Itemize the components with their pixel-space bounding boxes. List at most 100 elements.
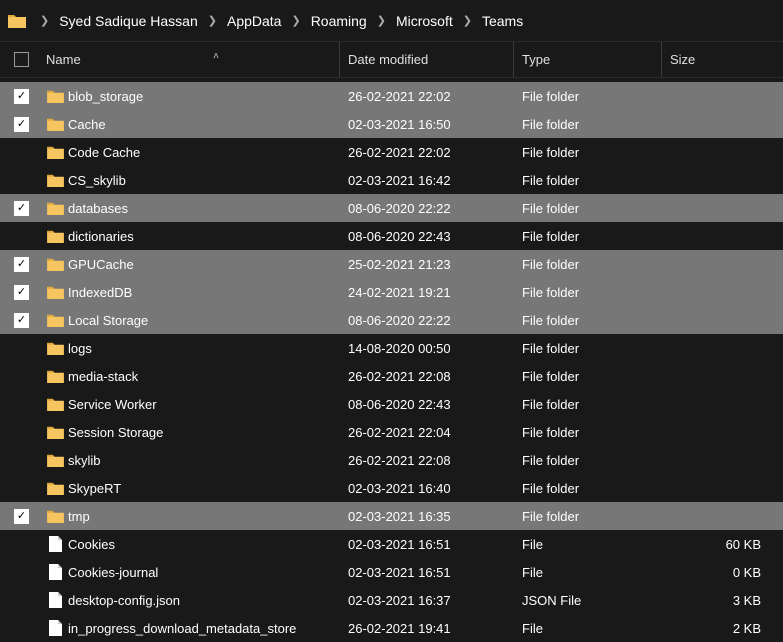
cell-date: 25-02-2021 21:23 — [340, 257, 514, 272]
table-row[interactable]: ✓ Local Storage 08-06-2020 22:22File folde… — [0, 306, 783, 334]
cell-date: 26-02-2021 22:04 — [340, 425, 514, 440]
table-row[interactable]: Session Storage26-02-2021 22:04File fold… — [0, 418, 783, 446]
checkbox-checked-icon: ✓ — [14, 89, 29, 104]
cell-type: File folder — [514, 397, 662, 412]
file-name: desktop-config.json — [68, 593, 180, 608]
table-row[interactable]: SkypeRT02-03-2021 16:40File folder — [0, 474, 783, 502]
row-checkbox[interactable]: ✓ — [14, 257, 44, 272]
cell-name: logs — [44, 341, 340, 356]
table-row[interactable]: ✓ GPUCache 25-02-2021 21:23File folder — [0, 250, 783, 278]
cell-type: File folder — [514, 313, 662, 328]
column-header-date[interactable]: Date modified — [340, 42, 514, 77]
cell-size: 2 KB — [662, 621, 783, 636]
table-row[interactable]: Code Cache26-02-2021 22:02File folder — [0, 138, 783, 166]
table-row[interactable]: CS_skylib02-03-2021 16:42File folder — [0, 166, 783, 194]
cell-type: File folder — [514, 257, 662, 272]
checkbox-checked-icon: ✓ — [14, 257, 29, 272]
cell-name: skylib — [44, 453, 340, 468]
cell-date: 26-02-2021 22:08 — [340, 453, 514, 468]
file-name: Cache — [68, 117, 106, 132]
table-row[interactable]: skylib26-02-2021 22:08File folder — [0, 446, 783, 474]
column-label: Name — [46, 52, 81, 67]
cell-name: blob_storage — [44, 89, 340, 104]
cell-date: 08-06-2020 22:22 — [340, 313, 514, 328]
cell-type: File folder — [514, 89, 662, 104]
table-row[interactable]: dictionaries08-06-2020 22:43File folder — [0, 222, 783, 250]
cell-date: 02-03-2021 16:35 — [340, 509, 514, 524]
cell-name: GPUCache — [44, 257, 340, 272]
file-name: Cookies — [68, 537, 115, 552]
breadcrumb-item[interactable]: Teams — [480, 11, 525, 31]
table-row[interactable]: Service Worker08-06-2020 22:43File folde… — [0, 390, 783, 418]
table-row[interactable]: ✓blob_storage26-02-2021 22:02File folder — [0, 82, 783, 110]
column-header-size[interactable]: Size — [662, 42, 783, 77]
column-header-type[interactable]: Type — [514, 42, 662, 77]
row-checkbox[interactable]: ✓ — [14, 313, 44, 328]
folder-icon — [44, 453, 66, 467]
cell-date: 08-06-2020 22:43 — [340, 397, 514, 412]
table-row[interactable]: ✓tmp02-03-2021 16:35File folder — [0, 502, 783, 530]
table-row[interactable]: ✓IndexedDB24-02-2021 19:21File folder — [0, 278, 783, 306]
breadcrumb-item[interactable]: AppData — [225, 11, 283, 31]
row-checkbox[interactable]: ✓ — [14, 285, 44, 300]
cell-date: 02-03-2021 16:51 — [340, 565, 514, 580]
file-name: media-stack — [68, 369, 138, 384]
cell-name: tmp — [44, 509, 340, 524]
cell-type: File — [514, 621, 662, 636]
cell-name: Cookies-journal — [44, 564, 340, 580]
file-name: Cookies-journal — [68, 565, 158, 580]
file-icon — [44, 592, 66, 608]
breadcrumb: ❯ Syed Sadique Hassan ❯ AppData ❯ Roamin… — [0, 0, 783, 42]
cell-type: File folder — [514, 285, 662, 300]
file-name: Local Storage — [68, 313, 148, 328]
table-row[interactable]: Cookies02-03-2021 16:51File60 KB — [0, 530, 783, 558]
cell-name: media-stack — [44, 369, 340, 384]
row-checkbox[interactable]: ✓ — [14, 89, 44, 104]
table-row[interactable]: ✓databases08-06-2020 22:22File folder — [0, 194, 783, 222]
cell-date: 26-02-2021 22:02 — [340, 145, 514, 160]
row-checkbox[interactable]: ✓ — [14, 201, 44, 216]
breadcrumb-item[interactable]: Microsoft — [394, 11, 455, 31]
folder-icon — [44, 257, 66, 271]
checkbox-checked-icon: ✓ — [14, 313, 29, 328]
folder-icon — [44, 481, 66, 495]
select-all-checkbox[interactable] — [14, 52, 44, 67]
cell-name: dictionaries — [44, 229, 340, 244]
table-row[interactable]: desktop-config.json02-03-2021 16:37JSON … — [0, 586, 783, 614]
column-headers: Name ˄ Date modified Type Size — [0, 42, 783, 78]
breadcrumb-item[interactable]: Syed Sadique Hassan — [57, 11, 200, 31]
cell-name: in_progress_download_metadata_store — [44, 620, 340, 636]
file-icon — [44, 620, 66, 636]
table-row[interactable]: Cookies-journal02-03-2021 16:51File0 KB — [0, 558, 783, 586]
file-name: CS_skylib — [68, 173, 126, 188]
file-name: Code Cache — [68, 145, 140, 160]
row-checkbox[interactable]: ✓ — [14, 509, 44, 524]
checkbox-icon — [14, 52, 29, 67]
cell-name: IndexedDB — [44, 285, 340, 300]
checkbox-checked-icon: ✓ — [14, 201, 29, 216]
cell-type: File folder — [514, 173, 662, 188]
table-row[interactable]: in_progress_download_metadata_store26-02… — [0, 614, 783, 642]
breadcrumb-item[interactable]: Roaming — [309, 11, 369, 31]
cell-name: Service Worker — [44, 397, 340, 412]
folder-icon — [44, 341, 66, 355]
table-row[interactable]: logs14-08-2020 00:50File folder — [0, 334, 783, 362]
file-icon — [44, 536, 66, 552]
cell-type: File folder — [514, 509, 662, 524]
cell-size: 0 KB — [662, 565, 783, 580]
folder-icon — [44, 397, 66, 411]
file-name: GPUCache — [68, 257, 134, 272]
file-icon — [44, 564, 66, 580]
cell-type: File folder — [514, 453, 662, 468]
cell-name: desktop-config.json — [44, 592, 340, 608]
table-row[interactable]: media-stack26-02-2021 22:08File folder — [0, 362, 783, 390]
row-checkbox[interactable]: ✓ — [14, 117, 44, 132]
column-header-name[interactable]: Name ˄ — [44, 42, 340, 77]
cell-name: Cache — [44, 117, 340, 132]
file-list: ✓blob_storage26-02-2021 22:02File folder… — [0, 78, 783, 642]
folder-icon — [44, 145, 66, 159]
cell-name: Session Storage — [44, 425, 340, 440]
cell-name: Cookies — [44, 536, 340, 552]
table-row[interactable]: ✓Cache02-03-2021 16:50File folder — [0, 110, 783, 138]
folder-icon — [44, 313, 66, 327]
